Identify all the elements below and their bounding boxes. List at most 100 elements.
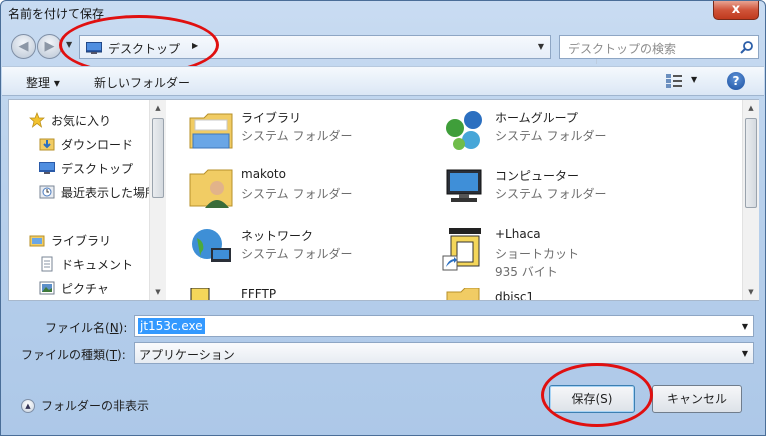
filename-label: ファイル名(N): (45, 321, 128, 335)
file-type: システム フォルダー (495, 187, 607, 201)
nav-item-label: お気に入り (51, 113, 112, 128)
nav-item-label: ダウンロード (61, 137, 134, 152)
close-button[interactable]: x (713, 1, 759, 20)
app-icon (190, 288, 210, 300)
file-name: dbisc1 (495, 290, 535, 300)
shortcut-icon (442, 228, 481, 271)
address-location[interactable]: デスクトップ (108, 40, 180, 57)
search-icon[interactable] (740, 40, 754, 54)
chevron-up-icon: ▲ (21, 398, 35, 413)
file-item-ffftp[interactable]: FFFTP (187, 284, 427, 300)
desktop-icon (86, 42, 102, 54)
window-title: 名前を付けて保存 (8, 7, 105, 21)
file-name: ライブラリ (241, 111, 302, 125)
downloads-folder-icon (39, 138, 55, 151)
file-name: FFFTP (241, 287, 277, 300)
network-icon (192, 229, 231, 262)
file-size: 935 バイト (495, 265, 558, 279)
forward-arrow-icon: ▶ (44, 39, 55, 54)
organize-menu[interactable]: 整理 ▾ (26, 74, 60, 91)
scroll-up-icon[interactable]: ▲ (743, 100, 759, 116)
pictures-icon (39, 281, 55, 295)
filetype-dropdown-icon[interactable]: ▼ (742, 349, 748, 358)
folder-icon (446, 288, 480, 300)
file-item-homegroup[interactable]: ホームグループ システム フォルダー (441, 106, 681, 160)
scroll-thumb[interactable] (152, 118, 164, 198)
browser-panes: お気に入り ダウンロード デスクトップ 最近表示した場所 ライブラリ ドキュメン… (8, 99, 759, 301)
command-toolbar: 整理 ▾ 新しいフォルダー ▼ ? (2, 66, 764, 96)
back-button[interactable]: ◀ (11, 34, 36, 59)
user-folder-icon (189, 169, 233, 208)
filetype-value: アプリケーション (139, 348, 235, 362)
search-box[interactable]: デスクトップの検索 (559, 35, 759, 59)
nav-pane-scrollbar[interactable]: ▲ ▼ (149, 100, 166, 300)
file-type: ショートカット (495, 247, 580, 261)
filename-value[interactable]: jt153c.exe (138, 318, 205, 334)
nav-item-downloads[interactable]: ダウンロード (39, 134, 133, 154)
filename-input[interactable]: jt153c.exe ▼ (134, 315, 754, 337)
file-list-scrollbar[interactable]: ▲ ▼ (742, 100, 759, 300)
file-item-lhaca-shortcut[interactable]: +Lhaca ショートカット 935 バイト (441, 224, 681, 279)
recent-places-icon (39, 185, 55, 199)
file-item-computer[interactable]: コンピューター システム フォルダー (441, 164, 681, 218)
nav-item-favorites[interactable]: お気に入り (29, 110, 111, 130)
save-as-dialog: 名前を付けて保存 x ◀ ▶ ▼ デスクトップ ▶ ▼ ⇆ デスクトップの検索 (0, 0, 766, 436)
breadcrumb-chevron-icon[interactable]: ▶ (192, 41, 198, 50)
nav-item-desktop[interactable]: デスクトップ (39, 158, 133, 178)
hide-folders-label: フォルダーの非表示 (41, 399, 150, 413)
desktop-icon (39, 162, 55, 174)
navigation-pane: お気に入り ダウンロード デスクトップ 最近表示した場所 ライブラリ ドキュメン… (9, 100, 167, 300)
nav-item-pictures[interactable]: ピクチャ (39, 278, 109, 298)
recent-pages-dropdown-icon[interactable]: ▼ (66, 40, 72, 49)
navigation-bar: ◀ ▶ ▼ デスクトップ ▶ ▼ ⇆ デスクトップの検索 (7, 31, 761, 64)
address-bar[interactable]: デスクトップ ▶ ▼ ⇆ (79, 35, 614, 64)
file-type: システム フォルダー (495, 129, 607, 143)
documents-icon (41, 256, 53, 272)
computer-icon (446, 169, 482, 202)
cancel-button[interactable]: キャンセル (652, 385, 742, 413)
new-folder-button[interactable]: 新しいフォルダー (94, 74, 190, 91)
file-name: ホームグループ (495, 111, 578, 125)
scroll-up-icon[interactable]: ▲ (150, 100, 166, 116)
file-item-makoto[interactable]: makoto システム フォルダー (187, 164, 427, 218)
nav-item-documents[interactable]: ドキュメント (39, 254, 133, 274)
scroll-down-icon[interactable]: ▼ (150, 284, 166, 300)
filetype-select[interactable]: アプリケーション ▼ (134, 342, 754, 364)
file-name: コンピューター (495, 169, 580, 183)
save-button[interactable]: 保存(S) (549, 385, 635, 413)
file-name: ネットワーク (241, 229, 314, 243)
homegroup-icon (446, 111, 482, 150)
nav-item-label: 最近表示した場所 (61, 185, 158, 200)
libraries-icon (29, 235, 45, 247)
search-input[interactable]: デスクトップの検索 (568, 40, 676, 57)
nav-item-label: ピクチャ (61, 281, 109, 296)
file-item-dbisc1[interactable]: dbisc1 (441, 284, 681, 300)
nav-item-recent-places[interactable]: 最近表示した場所 (39, 182, 157, 202)
star-icon (29, 112, 45, 128)
scroll-thumb[interactable] (745, 118, 757, 208)
address-dropdown-icon[interactable]: ▼ (538, 42, 544, 51)
filename-row: ファイル名(N): jt153c.exe ▼ (1, 315, 766, 337)
view-dropdown-icon[interactable]: ▼ (691, 75, 697, 84)
nav-item-label: ライブラリ (51, 233, 112, 248)
help-icon[interactable]: ? (727, 72, 745, 90)
file-name: +Lhaca (495, 227, 541, 241)
file-item-libraries[interactable]: ライブラリ システム フォルダー (187, 106, 427, 160)
hide-folders-toggle[interactable]: ▲ フォルダーの非表示 (21, 397, 149, 414)
nav-item-libraries[interactable]: ライブラリ (29, 230, 111, 250)
filename-dropdown-icon[interactable]: ▼ (742, 322, 748, 331)
nav-item-label: ドキュメント (61, 257, 134, 272)
file-item-network[interactable]: ネットワーク システム フォルダー (187, 224, 427, 278)
file-name: makoto (241, 167, 286, 181)
scroll-down-icon[interactable]: ▼ (743, 284, 759, 300)
nav-item-label: デスクトップ (61, 161, 134, 176)
back-arrow-icon: ◀ (18, 39, 29, 54)
file-type: システム フォルダー (241, 129, 353, 143)
filetype-row: ファイルの種類(T): アプリケーション ▼ (1, 342, 766, 364)
filetype-label: ファイルの種類(T): (21, 348, 126, 362)
file-type: システム フォルダー (241, 187, 353, 201)
forward-button[interactable]: ▶ (37, 34, 62, 59)
file-type: システム フォルダー (241, 247, 353, 261)
libraries-folder-icon (189, 113, 233, 149)
view-options-icon[interactable] (665, 73, 683, 89)
